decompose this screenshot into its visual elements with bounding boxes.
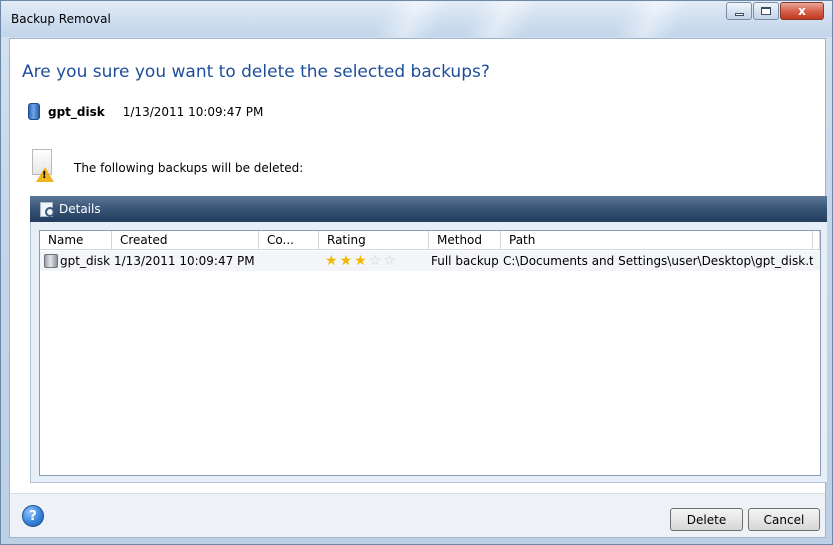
column-header-filler bbox=[813, 231, 820, 250]
titlebar-highlight bbox=[462, 1, 540, 37]
minimize-button[interactable] bbox=[726, 2, 752, 20]
details-label: Details bbox=[59, 202, 101, 216]
rating-stars: ★ ★ ★ ☆ ☆ bbox=[321, 251, 429, 271]
maximize-button[interactable] bbox=[753, 2, 779, 20]
star-icon: ☆ bbox=[368, 253, 382, 269]
details-header[interactable]: Details bbox=[30, 196, 827, 222]
list-header: Name Created Co... Rating Method Path bbox=[40, 231, 820, 250]
column-header-method[interactable]: Method bbox=[429, 231, 501, 250]
disk-icon bbox=[28, 103, 40, 120]
cancel-button[interactable]: Cancel bbox=[748, 508, 820, 531]
confirmation-heading: Are you sure you want to delete the sele… bbox=[22, 62, 490, 82]
close-button[interactable]: x bbox=[780, 2, 824, 20]
details-icon bbox=[40, 201, 55, 217]
star-icon: ★ bbox=[354, 253, 367, 269]
backup-name: gpt_disk bbox=[48, 104, 105, 119]
cell-comment bbox=[259, 251, 319, 271]
divider bbox=[30, 482, 827, 483]
disk-icon bbox=[44, 254, 58, 268]
column-header-path[interactable]: Path bbox=[501, 231, 813, 250]
star-icon: ★ bbox=[339, 253, 353, 269]
warning-message: The following backups will be deleted: bbox=[74, 161, 304, 175]
delete-button[interactable]: Delete bbox=[670, 508, 743, 531]
row-name: gpt_disk bbox=[60, 254, 111, 268]
backup-removal-window: Backup Removal x Are you sure you want t… bbox=[0, 0, 833, 545]
backup-date: 1/13/2011 10:09:47 PM bbox=[122, 104, 264, 119]
titlebar-highlight bbox=[612, 1, 690, 37]
star-icon: ☆ bbox=[383, 253, 396, 269]
details-panel: Name Created Co... Rating Method Path gp… bbox=[30, 222, 827, 482]
dialog-footer: ? Delete Cancel bbox=[10, 493, 825, 537]
warning-document-icon: ! bbox=[30, 149, 60, 183]
cell-name: gpt_disk bbox=[40, 251, 112, 271]
column-header-comment[interactable]: Co... bbox=[259, 231, 319, 250]
help-icon[interactable]: ? bbox=[22, 505, 44, 527]
close-icon: x bbox=[798, 4, 806, 18]
titlebar-highlight bbox=[372, 1, 450, 37]
selected-backup: gpt_disk 1/13/2011 10:09:47 PM bbox=[28, 103, 263, 120]
title-bar[interactable]: Backup Removal x bbox=[1, 1, 832, 37]
column-header-created[interactable]: Created bbox=[112, 231, 259, 250]
cell-method: Full backup bbox=[431, 254, 499, 268]
star-icon: ★ bbox=[325, 253, 338, 269]
table-row[interactable]: gpt_disk 1/13/2011 10:09:47 PM ★ ★ ★ ☆ ☆ Ful… bbox=[40, 251, 820, 271]
cell-rating: ★ ★ ★ ☆ ☆ bbox=[319, 251, 429, 271]
cell-created: 1/13/2011 10:09:47 PM bbox=[114, 254, 255, 268]
column-header-rating[interactable]: Rating bbox=[319, 231, 429, 250]
dialog-client-area: Are you sure you want to delete the sele… bbox=[9, 38, 827, 538]
minimize-icon bbox=[734, 12, 744, 16]
window-controls: x bbox=[725, 2, 824, 20]
window-title: Backup Removal bbox=[11, 12, 111, 26]
maximize-icon bbox=[761, 7, 771, 15]
warning-mark: ! bbox=[42, 170, 47, 181]
cell-path: C:\Documents and Settings\user\Desktop\g… bbox=[503, 254, 813, 268]
column-header-name[interactable]: Name bbox=[40, 231, 112, 250]
backups-list[interactable]: Name Created Co... Rating Method Path gp… bbox=[39, 230, 821, 476]
